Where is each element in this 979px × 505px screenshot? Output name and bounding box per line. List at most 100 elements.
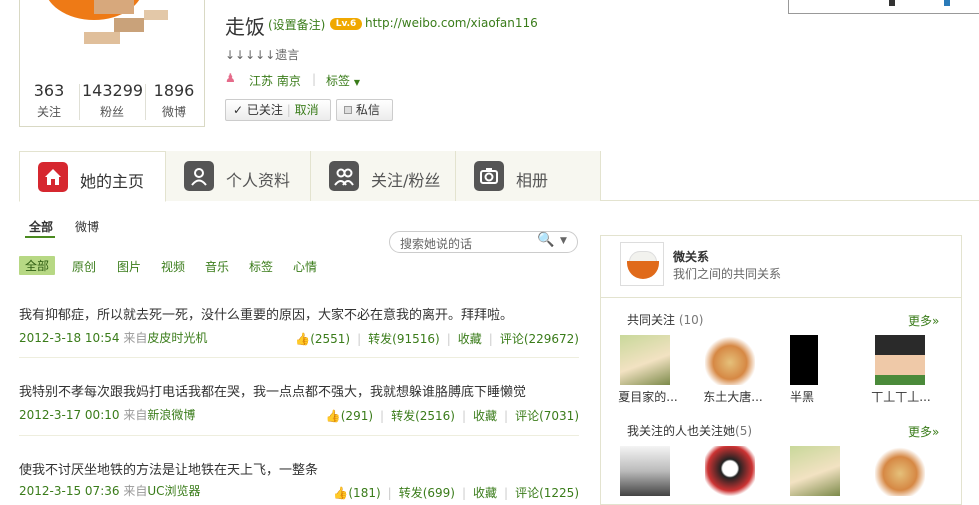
- mutual-name-4[interactable]: 丅丄丅丄...: [866, 388, 936, 405]
- tab-home-label: 她的主页: [80, 172, 145, 191]
- check-icon: ✓: [233, 103, 244, 117]
- subfilter-row: 全部 原创 图片 视频 音乐 标签 心情: [19, 254, 579, 278]
- comment-link[interactable]: 评论(229672): [500, 332, 579, 346]
- favorite-link[interactable]: 收藏: [473, 409, 497, 423]
- avatar[interactable]: [24, 0, 200, 62]
- unfollow-link[interactable]: 取消: [295, 103, 319, 117]
- followed-avatar-4[interactable]: [875, 446, 925, 496]
- forward-link[interactable]: 转发(2516): [391, 409, 455, 423]
- tab-album-label: 相册: [516, 171, 549, 190]
- stat-following-label: 关注: [36, 105, 61, 119]
- camera-icon: [474, 161, 504, 191]
- follow-status-button[interactable]: ✓ 已关注 | 取消: [225, 99, 331, 121]
- profile-name: 走饭: [225, 15, 265, 39]
- post-actions: 👍(181) | 转发(699) | 收藏 | 评论(1225): [333, 486, 579, 500]
- subfilter-tag[interactable]: 标签: [249, 258, 273, 275]
- like-count: (181): [348, 486, 381, 500]
- tab-album[interactable]: 相册: [456, 151, 601, 201]
- mutual-avatar-2[interactable]: [705, 335, 755, 385]
- mutual-name-2[interactable]: 东土大唐...: [698, 388, 768, 405]
- like-count: (2551): [310, 332, 351, 346]
- profile-url-link[interactable]: http://weibo.com/xiaofan116: [365, 16, 538, 30]
- post-meta: 2012-3-15 07:36 来自UC浏览器: [19, 482, 201, 499]
- post-source[interactable]: 皮皮时光机: [147, 331, 207, 345]
- post-text: 我特别不孝每次跟我妈打电话我都在哭，我一点点都不强大，我就想躲谁胳膊底下睡懒觉: [19, 385, 527, 400]
- post-date[interactable]: 2012-3-17 00:10: [19, 408, 120, 422]
- mutual-name-1[interactable]: 夏目家的...: [613, 388, 683, 405]
- subfilter-mood[interactable]: 心情: [293, 258, 317, 275]
- like-count: (291): [340, 409, 374, 423]
- tab-follow-fans-label: 关注/粉丝: [371, 171, 441, 190]
- followed-avatar-3[interactable]: [790, 446, 840, 496]
- more-followed-link[interactable]: 更多»: [908, 423, 939, 440]
- stat-following[interactable]: 363 关注: [19, 81, 79, 120]
- favorite-link[interactable]: 收藏: [473, 486, 497, 500]
- comment-link[interactable]: 评论(7031): [515, 409, 579, 423]
- followed-avatar-1[interactable]: [620, 446, 670, 496]
- subfilter-video[interactable]: 视频: [161, 258, 185, 275]
- followed-avatar-2[interactable]: [705, 446, 755, 496]
- tags-dropdown[interactable]: 标签 ▼: [326, 72, 360, 89]
- followed-label: 已关注: [246, 103, 283, 117]
- favorite-link[interactable]: 收藏: [458, 332, 482, 346]
- followed-also-label: 我关注的人也关注她: [627, 424, 736, 438]
- mutual-follow-heading: 共同关注 (10): [627, 311, 703, 328]
- post-actions: 👍(291) | 转发(2516) | 收藏 | 评论(7031): [325, 409, 579, 423]
- divider: [600, 200, 979, 201]
- message-icon: [344, 105, 352, 114]
- location-link[interactable]: 江苏 南京: [249, 72, 301, 89]
- vip-badge[interactable]: Lv.6: [330, 18, 362, 30]
- search-box[interactable]: 搜索她说的话 🔍 ▼: [389, 231, 578, 253]
- caret-down-icon: ▼: [353, 78, 360, 87]
- post-text: 使我不讨厌坐地铁的方法是让地铁在天上飞，一整条: [19, 463, 319, 478]
- forward-link[interactable]: 转发(699): [399, 486, 455, 500]
- tab-home[interactable]: 她的主页: [19, 151, 166, 202]
- set-remark-link[interactable]: (设置备注): [268, 16, 325, 33]
- stat-weibo[interactable]: 1896 微博: [144, 81, 204, 120]
- like-button[interactable]: 👍(291): [326, 409, 373, 423]
- person-icon: ♟: [225, 71, 236, 85]
- search-placeholder: 搜索她说的话: [400, 237, 473, 251]
- comment-link[interactable]: 评论(1225): [515, 486, 579, 500]
- mutual-avatar-4[interactable]: [875, 335, 925, 385]
- feed-post: 使我不讨厌坐地铁的方法是让地铁在天上飞，一整条 2012-3-15 07:36 …: [19, 459, 579, 500]
- forward-link[interactable]: 转发(91516): [368, 332, 440, 346]
- post-meta: 2012-3-18 10:54 来自皮皮时光机: [19, 329, 207, 346]
- post-date[interactable]: 2012-3-15 07:36: [19, 484, 120, 498]
- tab-follow-fans[interactable]: 关注/粉丝: [311, 151, 456, 201]
- relations-title: 微关系: [673, 250, 710, 264]
- mutual-avatar-3[interactable]: [790, 335, 818, 385]
- mutual-avatar-1[interactable]: [620, 335, 670, 385]
- search-icon[interactable]: 🔍: [537, 232, 554, 248]
- subfilter-original[interactable]: 原创: [72, 258, 96, 275]
- mutual-name-3[interactable]: 半黑: [767, 388, 837, 405]
- divider: [19, 435, 579, 436]
- filter-weibo[interactable]: 微博: [75, 218, 99, 235]
- feed-post: 我特别不孝每次跟我妈打电话我都在哭，我一点点都不强大，我就想躲谁胳膊底下睡懒觉 …: [19, 381, 579, 423]
- like-button[interactable]: 👍(181): [333, 486, 380, 500]
- tab-profile-label: 个人资料: [226, 171, 291, 190]
- mutual-follow-count: (10): [678, 313, 704, 327]
- thumb-up-icon: 👍: [333, 486, 349, 500]
- subfilter-image[interactable]: 图片: [117, 258, 141, 275]
- post-source[interactable]: 新浪微博: [147, 408, 195, 422]
- thumb-up-icon: 👍: [325, 409, 341, 423]
- home-icon: [38, 162, 68, 192]
- private-message-button[interactable]: 私信: [336, 99, 393, 121]
- post-date[interactable]: 2012-3-18 10:54: [19, 331, 120, 345]
- more-mutual-link[interactable]: 更多»: [908, 312, 939, 329]
- message-label: 私信: [355, 103, 380, 117]
- active-underline: [25, 236, 55, 238]
- post-source[interactable]: UC浏览器: [147, 484, 200, 498]
- post-meta: 2012-3-17 00:10 来自新浪微博: [19, 406, 195, 423]
- chevron-down-icon[interactable]: ▼: [560, 236, 567, 246]
- tab-profile[interactable]: 个人资料: [166, 151, 311, 201]
- top-right-panel: [788, 0, 979, 14]
- subfilter-music[interactable]: 音乐: [205, 258, 229, 275]
- filter-all[interactable]: 全部: [29, 218, 53, 235]
- stat-fans[interactable]: 143299 粉丝: [82, 81, 143, 120]
- divider: |: [286, 103, 291, 117]
- post-actions: 👍(2551) | 转发(91516) | 收藏 | 评论(229672): [295, 332, 579, 346]
- like-button[interactable]: 👍(2551): [295, 332, 350, 346]
- subfilter-all[interactable]: 全部: [19, 256, 56, 275]
